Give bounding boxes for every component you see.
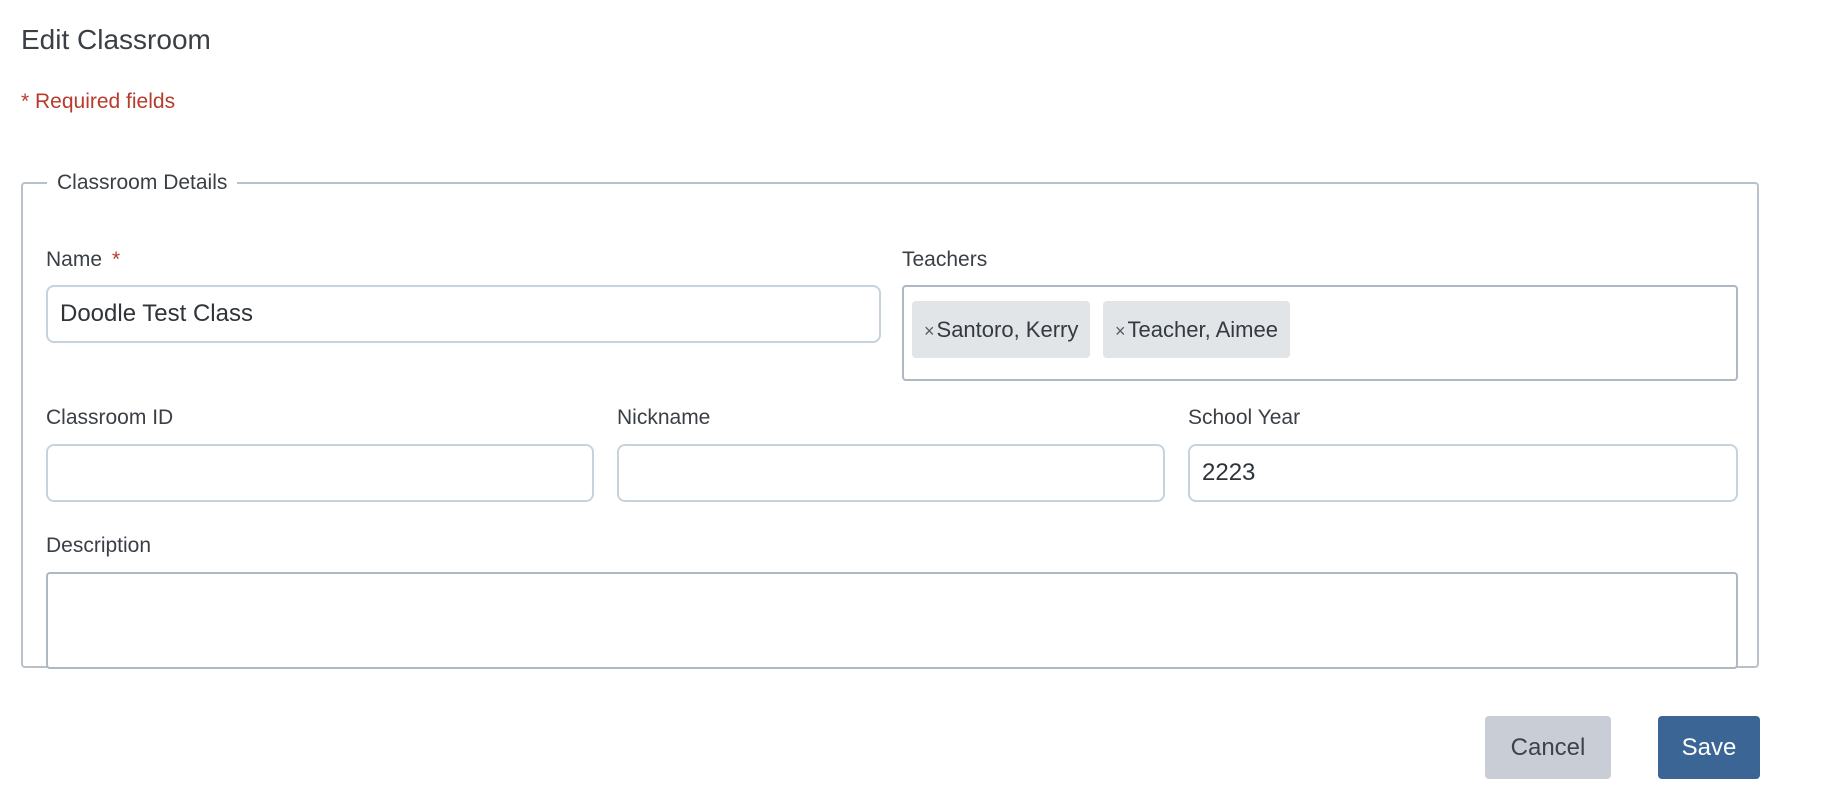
teacher-tag-label: Santoro, Kerry <box>936 317 1079 342</box>
remove-tag-icon[interactable]: × <box>1115 321 1126 341</box>
teachers-label: Teachers <box>902 248 988 271</box>
teachers-multiselect[interactable]: ×Santoro, Kerry ×Teacher, Aimee <box>902 285 1738 381</box>
required-star: * <box>112 248 121 271</box>
nickname-input[interactable] <box>617 444 1165 502</box>
name-input[interactable]: Doodle Test Class <box>46 285 881 343</box>
classroom-id-input[interactable] <box>46 444 594 502</box>
description-label: Description <box>46 534 152 557</box>
teacher-tag: ×Teacher, Aimee <box>1103 301 1290 358</box>
required-fields-note: * Required fields <box>21 90 176 113</box>
school-year-input[interactable]: 2223 <box>1188 444 1738 502</box>
page-title: Edit Classroom <box>21 24 211 55</box>
edit-classroom-page: Edit Classroom * Required fields Classro… <box>0 0 1824 800</box>
description-textarea[interactable] <box>46 572 1738 669</box>
cancel-button[interactable]: Cancel <box>1485 716 1611 779</box>
classroom-id-label: Classroom ID <box>46 406 174 429</box>
name-label: Name * <box>46 247 120 273</box>
classroom-details-legend: Classroom Details <box>57 171 228 194</box>
remove-tag-icon[interactable]: × <box>924 321 935 341</box>
teacher-tag: ×Santoro, Kerry <box>912 301 1091 358</box>
classroom-details-fieldset: Classroom Details Name * Doodle Test Clas… <box>21 170 1759 669</box>
school-year-label: School Year <box>1188 406 1301 429</box>
save-button[interactable]: Save <box>1658 716 1760 779</box>
name-label-text: Name <box>46 248 103 271</box>
nickname-label: Nickname <box>617 406 711 429</box>
teacher-tag-label: Teacher, Aimee <box>1127 317 1278 342</box>
